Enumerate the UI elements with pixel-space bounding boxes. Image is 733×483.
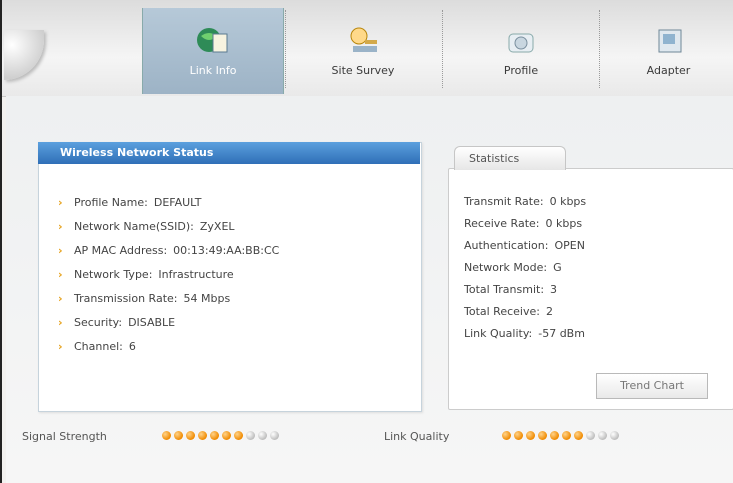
dot-filled: [198, 431, 207, 440]
chevron-right-icon: ›: [58, 339, 63, 353]
row-label: Transmission Rate:: [74, 291, 178, 305]
dot-empty: [270, 431, 279, 440]
profile-camera-icon: [508, 33, 534, 53]
row-value: ZyXEL: [199, 219, 235, 233]
row-label: Link Quality:: [464, 326, 533, 340]
trend-chart-button[interactable]: Trend Chart: [596, 373, 708, 399]
row-value: 3: [550, 282, 558, 296]
row-label: Transmit Rate:: [464, 194, 544, 208]
list-item: Authentication: OPEN: [464, 234, 586, 256]
row-value: G: [553, 260, 562, 274]
row-value: OPEN: [554, 238, 585, 252]
chevron-right-icon: ›: [58, 291, 63, 305]
tab-profile[interactable]: Profile: [446, 8, 596, 94]
window-frame: Link Info Site Survey Profile Adapter Wi…: [0, 0, 733, 483]
row-value: DEFAULT: [153, 195, 202, 209]
row-label: Receive Rate:: [464, 216, 540, 230]
list-item: Total Transmit: 3: [464, 278, 586, 300]
globe-document-icon: [197, 28, 228, 53]
dot-filled: [538, 431, 547, 440]
row-label: AP MAC Address:: [74, 243, 168, 257]
list-item: › Channel: 6: [58, 334, 279, 358]
list-item: › AP MAC Address: 00:13:49:AA:BB:CC: [58, 238, 279, 262]
row-label: Network Name(SSID):: [74, 219, 194, 233]
tab-label: Link Info: [189, 64, 237, 77]
row-label: Authentication:: [464, 238, 549, 252]
row-label: Profile Name:: [74, 195, 148, 209]
tab-adapter[interactable]: Adapter: [602, 8, 733, 94]
dot-empty: [258, 431, 267, 440]
wireless-status-list: › Profile Name: DEFAULT › Network Name(SSID…: [58, 190, 279, 358]
tab-divider: [599, 10, 600, 88]
search-network-icon: [350, 27, 377, 52]
row-value: 00:13:49:AA:BB:CC: [173, 243, 280, 257]
signal-strength-meter: [162, 431, 279, 440]
dot-empty: [598, 431, 607, 440]
adapter-card-icon: [658, 29, 681, 53]
list-item: Receive Rate: 0 kbps: [464, 212, 586, 234]
dot-filled: [234, 431, 243, 440]
row-value: 0 kbps: [545, 216, 583, 230]
row-value: 2: [545, 304, 553, 318]
tab-statistics[interactable]: Statistics: [454, 146, 566, 170]
row-value: DISABLE: [128, 315, 176, 329]
row-label: Total Receive:: [464, 304, 540, 318]
row-value: 6: [128, 339, 136, 353]
tab-divider: [442, 10, 443, 88]
tab-label: Profile: [503, 64, 539, 77]
row-label: Total Transmit:: [464, 282, 545, 296]
statistics-list: Transmit Rate: 0 kbps Receive Rate: 0 kbps…: [464, 190, 586, 344]
list-item: › Transmission Rate: 54 Mbps: [58, 286, 279, 310]
dot-filled: [174, 431, 183, 440]
panel-title: Wireless Network Status: [38, 142, 420, 164]
list-item: › Profile Name: DEFAULT: [58, 190, 279, 214]
mouse-graphic: [4, 30, 44, 80]
row-value: Infrastructure: [158, 267, 234, 281]
link-quality-meter: [502, 431, 619, 440]
row-label: Network Type:: [74, 267, 153, 281]
list-item: Total Receive: 2: [464, 300, 586, 322]
chevron-right-icon: ›: [58, 219, 63, 233]
signal-strength-label: Signal Strength: [22, 430, 107, 443]
dot-filled: [222, 431, 231, 440]
list-item: › Network Type: Infrastructure: [58, 262, 279, 286]
list-item: Network Mode: G: [464, 256, 586, 278]
dot-filled: [186, 431, 195, 440]
tab-bar: Link Info Site Survey Profile Adapter: [2, 0, 733, 97]
list-item: Link Quality: -57 dBm: [464, 322, 586, 344]
chevron-right-icon: ›: [58, 267, 63, 281]
dot-filled: [562, 431, 571, 440]
row-label: Network Mode:: [464, 260, 548, 274]
dot-empty: [586, 431, 595, 440]
dot-filled: [502, 431, 511, 440]
tab-label: Site Survey: [331, 64, 395, 77]
tab-site-survey[interactable]: Site Survey: [288, 8, 438, 94]
tab-divider: [285, 10, 286, 88]
list-item: Transmit Rate: 0 kbps: [464, 190, 586, 212]
list-item: › Network Name(SSID): ZyXEL: [58, 214, 279, 238]
row-value: 0 kbps: [549, 194, 587, 208]
row-label: Channel:: [74, 339, 123, 353]
tab-link-info[interactable]: Link Info: [142, 8, 284, 94]
dot-filled: [574, 431, 583, 440]
dot-filled: [162, 431, 171, 440]
dot-filled: [526, 431, 535, 440]
row-value: 54 Mbps: [183, 291, 231, 305]
chevron-right-icon: ›: [58, 195, 63, 209]
dot-filled: [550, 431, 559, 440]
dot-filled: [514, 431, 523, 440]
row-value: -57 dBm: [538, 326, 585, 340]
row-label: Security:: [74, 315, 123, 329]
dot-filled: [210, 431, 219, 440]
chevron-right-icon: ›: [58, 315, 63, 329]
link-quality-label: Link Quality: [384, 430, 450, 443]
chevron-right-icon: ›: [58, 243, 63, 257]
dot-empty: [246, 431, 255, 440]
list-item: › Security: DISABLE: [58, 310, 279, 334]
tab-label: Adapter: [646, 64, 691, 77]
dot-empty: [610, 431, 619, 440]
